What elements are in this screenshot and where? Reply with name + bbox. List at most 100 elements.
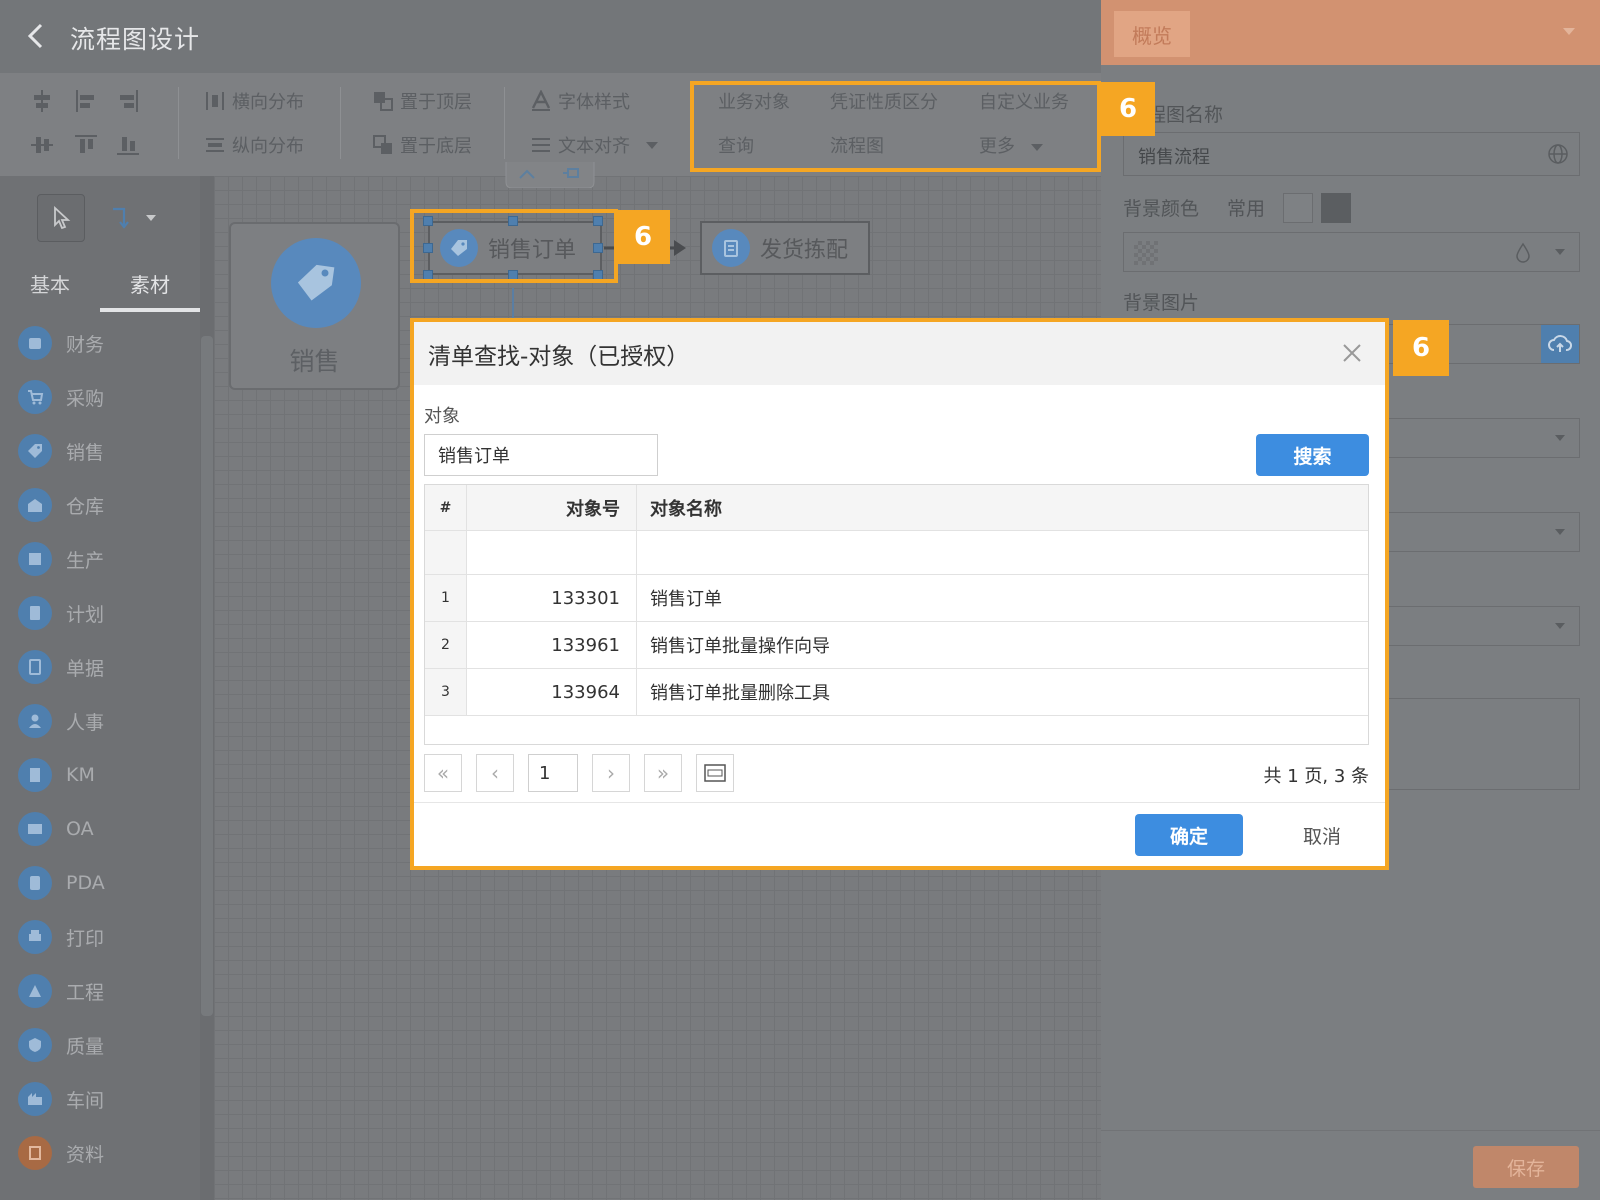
category-item-data[interactable]: 资料 xyxy=(0,1126,200,1180)
tab-basic[interactable]: 基本 xyxy=(0,258,100,312)
category-item-documents[interactable]: 单据 xyxy=(0,640,200,694)
category-item-warehouse[interactable]: 仓库 xyxy=(0,478,200,532)
app-header: 流程图设计 xyxy=(0,0,1101,73)
category-label: 人事 xyxy=(66,711,105,734)
page-title: 流程图设计 xyxy=(70,25,201,54)
category-label: 质量 xyxy=(66,1035,105,1058)
distribute-horizontal-button[interactable]: 横向分布 xyxy=(204,88,304,114)
text-align-label: 文本对齐 xyxy=(558,136,630,157)
chevron-down-icon xyxy=(146,215,156,221)
bg-image-label: 背景图片 xyxy=(1123,292,1200,314)
bg-color-label: 背景颜色 xyxy=(1123,198,1200,220)
printer-icon xyxy=(18,920,52,954)
send-to-back-label: 置于底层 xyxy=(400,136,472,157)
category-item-km[interactable]: KM xyxy=(0,748,200,802)
align-middle-v-icon[interactable] xyxy=(28,131,56,159)
category-label: 资料 xyxy=(66,1143,105,1166)
sidebar-scrollbar[interactable] xyxy=(200,176,214,1200)
align-bottom-icon[interactable] xyxy=(114,131,142,159)
tab-overview[interactable]: 概览 xyxy=(1114,11,1190,57)
bring-to-front-button[interactable]: 置于顶层 xyxy=(372,88,472,114)
chevron-left-icon xyxy=(27,23,43,49)
flow-name-label: 程图名称 xyxy=(1147,104,1224,126)
node-label: 发货拣配 xyxy=(760,238,849,263)
send-to-back-button[interactable]: 置于底层 xyxy=(372,132,472,158)
upload-cloud-icon[interactable] xyxy=(1541,325,1579,363)
bg-color-picker[interactable] xyxy=(1123,232,1580,272)
align-right-icon[interactable] xyxy=(114,87,142,115)
category-item-print[interactable]: 打印 xyxy=(0,910,200,964)
text-align-dropdown[interactable]: 文本对齐 xyxy=(530,132,658,158)
finance-icon xyxy=(18,326,52,360)
category-item-quality[interactable]: 质量 xyxy=(0,1018,200,1072)
distribute-vertical-icon xyxy=(206,138,224,152)
save-button[interactable]: 保存 xyxy=(1473,1146,1579,1188)
droplet-icon[interactable] xyxy=(1515,242,1531,264)
clipboard-icon xyxy=(712,229,750,267)
category-item-pda[interactable]: PDA xyxy=(0,856,200,910)
category-item-purchase[interactable]: 采购 xyxy=(0,370,200,424)
distribute-vertical-button[interactable]: 纵向分布 xyxy=(204,132,304,158)
font-style-label: 字体样式 xyxy=(558,92,630,113)
distribute-horizontal-icon xyxy=(206,92,224,110)
category-list: 财务 采购 销售 仓库 生产 计划 单据 人事 KM OA PDA 打印 工程 … xyxy=(0,316,200,1180)
panel-header: 概览 xyxy=(1101,0,1600,65)
chevron-down-icon xyxy=(1555,623,1565,629)
align-top-icon[interactable] xyxy=(72,131,100,159)
pin-icon[interactable] xyxy=(562,166,582,185)
category-item-sales[interactable]: 销售 xyxy=(0,424,200,478)
highlight-box-dialog xyxy=(410,318,1389,870)
color-swatch-gray[interactable] xyxy=(1321,193,1351,223)
category-item-production[interactable]: 生产 xyxy=(0,532,200,586)
collapse-up-icon[interactable] xyxy=(518,166,536,185)
category-item-finance[interactable]: 财务 xyxy=(0,316,200,370)
toolbar-divider xyxy=(504,87,505,159)
category-item-hr[interactable]: 人事 xyxy=(0,694,200,748)
book-icon xyxy=(18,758,52,792)
node-shipping[interactable]: 发货拣配 xyxy=(700,221,870,275)
engineering-icon xyxy=(18,974,52,1008)
category-item-plan[interactable]: 计划 xyxy=(0,586,200,640)
category-item-engineering[interactable]: 工程 xyxy=(0,964,200,1018)
panel-footer-divider xyxy=(1101,1130,1600,1131)
back-button[interactable] xyxy=(20,18,50,54)
globe-icon[interactable] xyxy=(1547,143,1569,165)
group-label: 销售 xyxy=(289,347,340,376)
chevron-down-icon xyxy=(1555,529,1565,535)
sales-group-node[interactable]: 销售 xyxy=(229,222,400,390)
connector-tool-dropdown[interactable] xyxy=(110,200,170,236)
scrollbar-thumb[interactable] xyxy=(201,336,213,1016)
tag-icon xyxy=(271,238,361,328)
category-label: 仓库 xyxy=(66,495,105,518)
category-label: 单据 xyxy=(66,657,105,680)
chevron-down-icon xyxy=(1555,249,1565,255)
font-style-button[interactable]: 字体样式 xyxy=(530,88,630,114)
document-icon xyxy=(18,650,52,684)
canvas-mini-tools xyxy=(500,162,600,189)
step-badge: 6 xyxy=(1393,320,1449,376)
flow-name-field[interactable]: 销售流程 xyxy=(1123,132,1580,176)
align-left-icon[interactable] xyxy=(72,87,100,115)
pointer-tool-button[interactable] xyxy=(37,194,85,242)
highlight-box-toolbar xyxy=(690,81,1101,172)
archive-icon xyxy=(18,1136,52,1170)
toolbar-divider xyxy=(178,87,179,159)
tab-materials[interactable]: 素材 xyxy=(100,258,200,312)
category-label: 生产 xyxy=(66,549,105,572)
person-icon xyxy=(18,704,52,738)
sidebar: 基本 素材 财务 采购 销售 仓库 生产 计划 单据 人事 KM OA PDA … xyxy=(0,176,214,1200)
category-item-workshop[interactable]: 车间 xyxy=(0,1072,200,1126)
cursor-icon xyxy=(54,206,71,230)
category-item-oa[interactable]: OA xyxy=(0,802,200,856)
color-swatch-white[interactable] xyxy=(1283,193,1313,223)
flow-name-value: 销售流程 xyxy=(1138,147,1210,168)
step-badge: 6 xyxy=(616,210,670,264)
sidebar-tabs: 基本 素材 xyxy=(0,258,200,312)
category-label: 采购 xyxy=(66,387,105,410)
office-icon xyxy=(18,812,52,846)
workshop-icon xyxy=(18,1082,52,1116)
chevron-down-icon[interactable] xyxy=(1563,28,1575,35)
align-center-h-icon[interactable] xyxy=(28,87,56,115)
category-label: PDA xyxy=(66,872,105,894)
device-icon xyxy=(18,866,52,900)
